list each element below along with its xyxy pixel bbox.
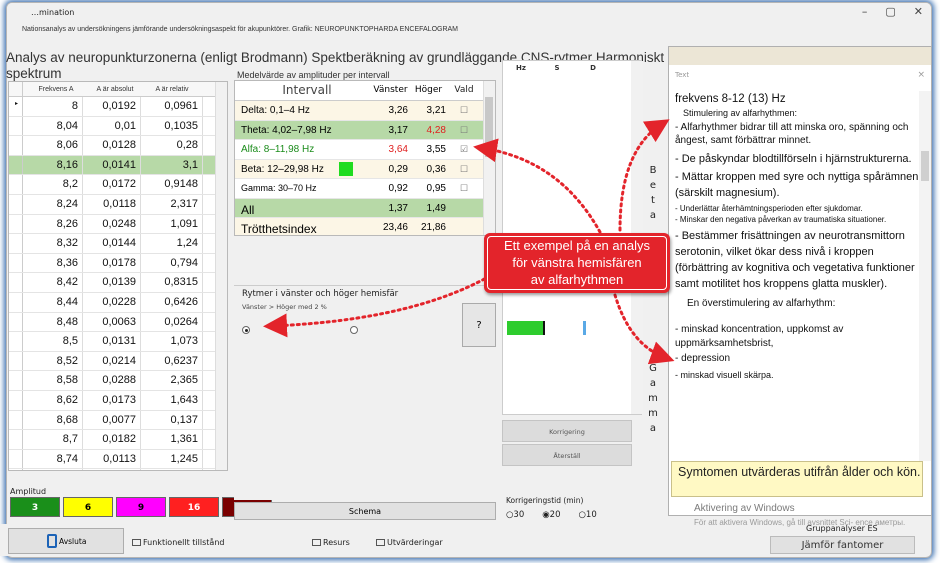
- arrow-to-text: [618, 119, 670, 232]
- arrow-to-overstim: [613, 293, 675, 365]
- arrow-to-radio: [263, 268, 502, 338]
- annotation-callout: Ett exempel på en analys för vänstra hem…: [484, 233, 670, 293]
- annotation-arrows: [263, 119, 675, 365]
- arrow-to-alfa: [473, 138, 602, 234]
